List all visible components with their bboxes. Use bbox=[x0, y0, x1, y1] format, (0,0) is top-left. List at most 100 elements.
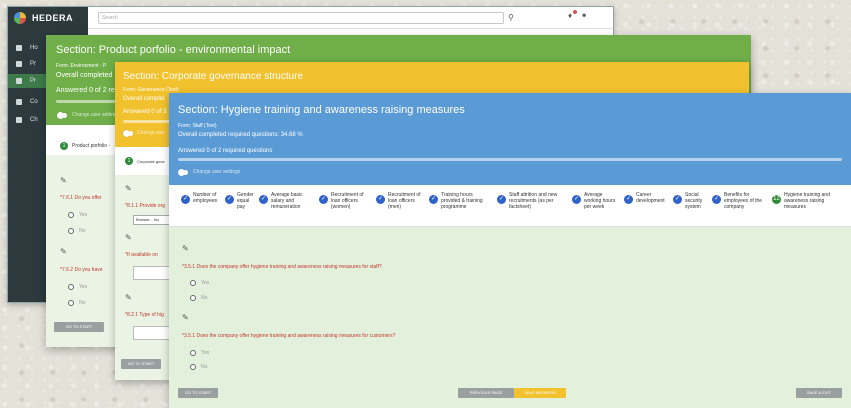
option-no[interactable]: No bbox=[68, 228, 85, 234]
form-name: Form: Environment - P bbox=[56, 63, 107, 69]
step-tab-corporate-governance[interactable]: 1 Corporate gove bbox=[125, 157, 165, 165]
step-tab-average-basic-salary[interactable]: ✓ Average basic salary and remuneration bbox=[259, 192, 303, 210]
option-yes[interactable]: Yes bbox=[190, 280, 209, 286]
radio-button[interactable] bbox=[190, 350, 196, 356]
step-tab-benefits[interactable]: ✓ Benefits for employees of the company bbox=[712, 192, 762, 210]
step-label: Recruitment of loan officers (women) bbox=[331, 192, 364, 210]
file-browse-button[interactable]: Browse... No bbox=[133, 215, 173, 225]
question-7-6-2: *7.6.2 Do you have bbox=[60, 267, 103, 273]
step-tab-average-working-hours[interactable]: ✓ Average working hours per week bbox=[572, 192, 615, 210]
option-no[interactable]: No bbox=[68, 300, 85, 306]
option-yes[interactable]: Yes bbox=[68, 212, 87, 218]
answered-count: Answered 0 of 2 required questions bbox=[178, 148, 273, 154]
brand[interactable]: HEDERA bbox=[8, 7, 88, 29]
check-icon: ✓ bbox=[712, 195, 721, 204]
radio-button[interactable] bbox=[190, 364, 196, 370]
answered-count: Answered 0 of 3 bbox=[123, 109, 167, 115]
toggle-label: Change user settings bbox=[72, 112, 120, 118]
section-title: Section: Hygiene training and awareness … bbox=[178, 104, 465, 116]
step-tab-recruitment-women[interactable]: ✓ Recruitment of loan officers (women) bbox=[319, 192, 364, 210]
go-to-start-button[interactable]: GO TO START bbox=[121, 359, 161, 369]
brand-name: HEDERA bbox=[32, 13, 74, 23]
toggle-label: Change use bbox=[137, 130, 164, 136]
option-label: Yes bbox=[79, 284, 88, 290]
step-label: Gender equal pay bbox=[237, 192, 254, 210]
overall-completion: Overall complet bbox=[123, 96, 165, 102]
topbar: Search ⚲ ♦ ☻ bbox=[88, 7, 613, 29]
sidebar-item-label: Ch bbox=[30, 117, 38, 123]
search-input[interactable]: Search bbox=[98, 12, 504, 24]
question-8-1-1: *8.1.1 Provide org bbox=[125, 203, 166, 209]
radio-button[interactable] bbox=[68, 300, 74, 306]
step-label: Average working hours per week bbox=[584, 192, 616, 210]
step-label: Training hours provided & training progr… bbox=[441, 192, 483, 210]
radio-button[interactable] bbox=[68, 228, 74, 234]
pencil-icon: ✎ bbox=[125, 184, 132, 193]
leaf-icon bbox=[16, 78, 22, 84]
form-name: Form: Staff (Test) bbox=[178, 123, 217, 129]
check-icon: ✓ bbox=[624, 195, 633, 204]
step-tab-career-development[interactable]: ✓ Career development bbox=[624, 192, 665, 204]
go-to-start-button[interactable]: GO TO START bbox=[54, 322, 104, 332]
radio-button[interactable] bbox=[190, 295, 196, 301]
user-menu-icon[interactable]: ☻ bbox=[581, 13, 587, 19]
settings-toggle[interactable] bbox=[178, 169, 188, 176]
question-8-2-1: *8.2.1 Type of hig bbox=[125, 312, 164, 318]
step-label: Benefits for employees of the company bbox=[724, 192, 763, 210]
save-answers-button[interactable]: SAVE ANSWERS bbox=[514, 388, 566, 398]
previous-page-button[interactable]: PREVIOUS PAGE bbox=[458, 388, 514, 398]
save-and-exit-button[interactable]: SAVE & EXIT bbox=[796, 388, 842, 398]
section-title: Section: Product porfolio - environmenta… bbox=[56, 44, 291, 56]
option-label: No bbox=[201, 364, 208, 370]
go-to-start-button[interactable]: GO TO START bbox=[178, 388, 218, 398]
radio-button[interactable] bbox=[68, 284, 74, 290]
section-card-staff: Section: Hygiene training and awareness … bbox=[169, 93, 851, 408]
check-icon: ✓ bbox=[225, 195, 234, 204]
step-tab-staff-attrition[interactable]: ✓ Staff attrition and new recruitments (a… bbox=[497, 192, 557, 210]
check-icon: ✓ bbox=[376, 195, 385, 204]
step-number: 12 bbox=[772, 195, 781, 204]
step-tab-training-hours[interactable]: ✓ Training hours provided & training prog… bbox=[429, 192, 483, 210]
section-header: Section: Hygiene training and awareness … bbox=[169, 93, 851, 185]
form-footer: GO TO START PREVIOUS PAGE SAVE ANSWERS S… bbox=[169, 380, 851, 408]
option-no[interactable]: No bbox=[190, 295, 207, 301]
bell-icon[interactable]: ♦ bbox=[568, 11, 572, 20]
search-icon[interactable]: ⚲ bbox=[508, 13, 514, 22]
radio-button[interactable] bbox=[68, 212, 74, 218]
text-input[interactable] bbox=[133, 326, 173, 340]
step-label: Average basic salary and remuneration bbox=[271, 192, 303, 210]
option-label: Yes bbox=[201, 350, 210, 356]
answered-count: Answered 0 of 2 re bbox=[56, 87, 115, 94]
option-yes[interactable]: Yes bbox=[190, 350, 209, 356]
step-tab-recruitment-men[interactable]: ✓ Recruitment of loan officers (men) bbox=[376, 192, 421, 210]
settings-toggle[interactable] bbox=[57, 112, 67, 119]
sidebar-item-label: Co bbox=[30, 99, 38, 105]
settings-toggle[interactable] bbox=[123, 130, 133, 137]
user-icon bbox=[16, 61, 22, 67]
chat-icon bbox=[16, 117, 22, 123]
step-tab-hygiene-training[interactable]: 12 Hygiene training and awareness raising… bbox=[772, 192, 830, 210]
notification-dot bbox=[573, 10, 577, 14]
sidebar-item-label: Pr bbox=[30, 78, 36, 84]
pencil-icon: ✎ bbox=[60, 176, 67, 185]
radio-button[interactable] bbox=[190, 280, 196, 286]
step-label: Corporate gove bbox=[137, 158, 165, 164]
pencil-icon: ✎ bbox=[125, 233, 132, 242]
step-number: 1 bbox=[60, 142, 68, 150]
option-label: Yes bbox=[201, 280, 210, 286]
step-label: Product porfolio - bbox=[72, 143, 111, 149]
overall-completion: Overall completed required questions: 34… bbox=[178, 132, 303, 138]
hedera-logo-icon bbox=[14, 12, 26, 24]
option-yes[interactable]: Yes bbox=[68, 284, 87, 290]
option-label: No bbox=[201, 295, 208, 301]
step-tab-gender-equal-pay[interactable]: ✓ Gender equal pay bbox=[225, 192, 254, 210]
question-3-5-1-customers: *3.5.1 Does the company offer hygiene tr… bbox=[182, 333, 396, 339]
text-input[interactable] bbox=[133, 266, 173, 280]
option-no[interactable]: No bbox=[190, 364, 207, 370]
step-tab-product-porfolio[interactable]: 1 Product porfolio - bbox=[60, 142, 110, 150]
sidebar-item-label: Ho bbox=[30, 45, 38, 51]
step-tab-number-of-employees[interactable]: ✓ Number of employees bbox=[181, 192, 217, 204]
step-label: Career development bbox=[636, 192, 665, 204]
step-tab-social-security[interactable]: ✓ Social security system bbox=[673, 192, 702, 210]
check-icon: ✓ bbox=[429, 195, 438, 204]
